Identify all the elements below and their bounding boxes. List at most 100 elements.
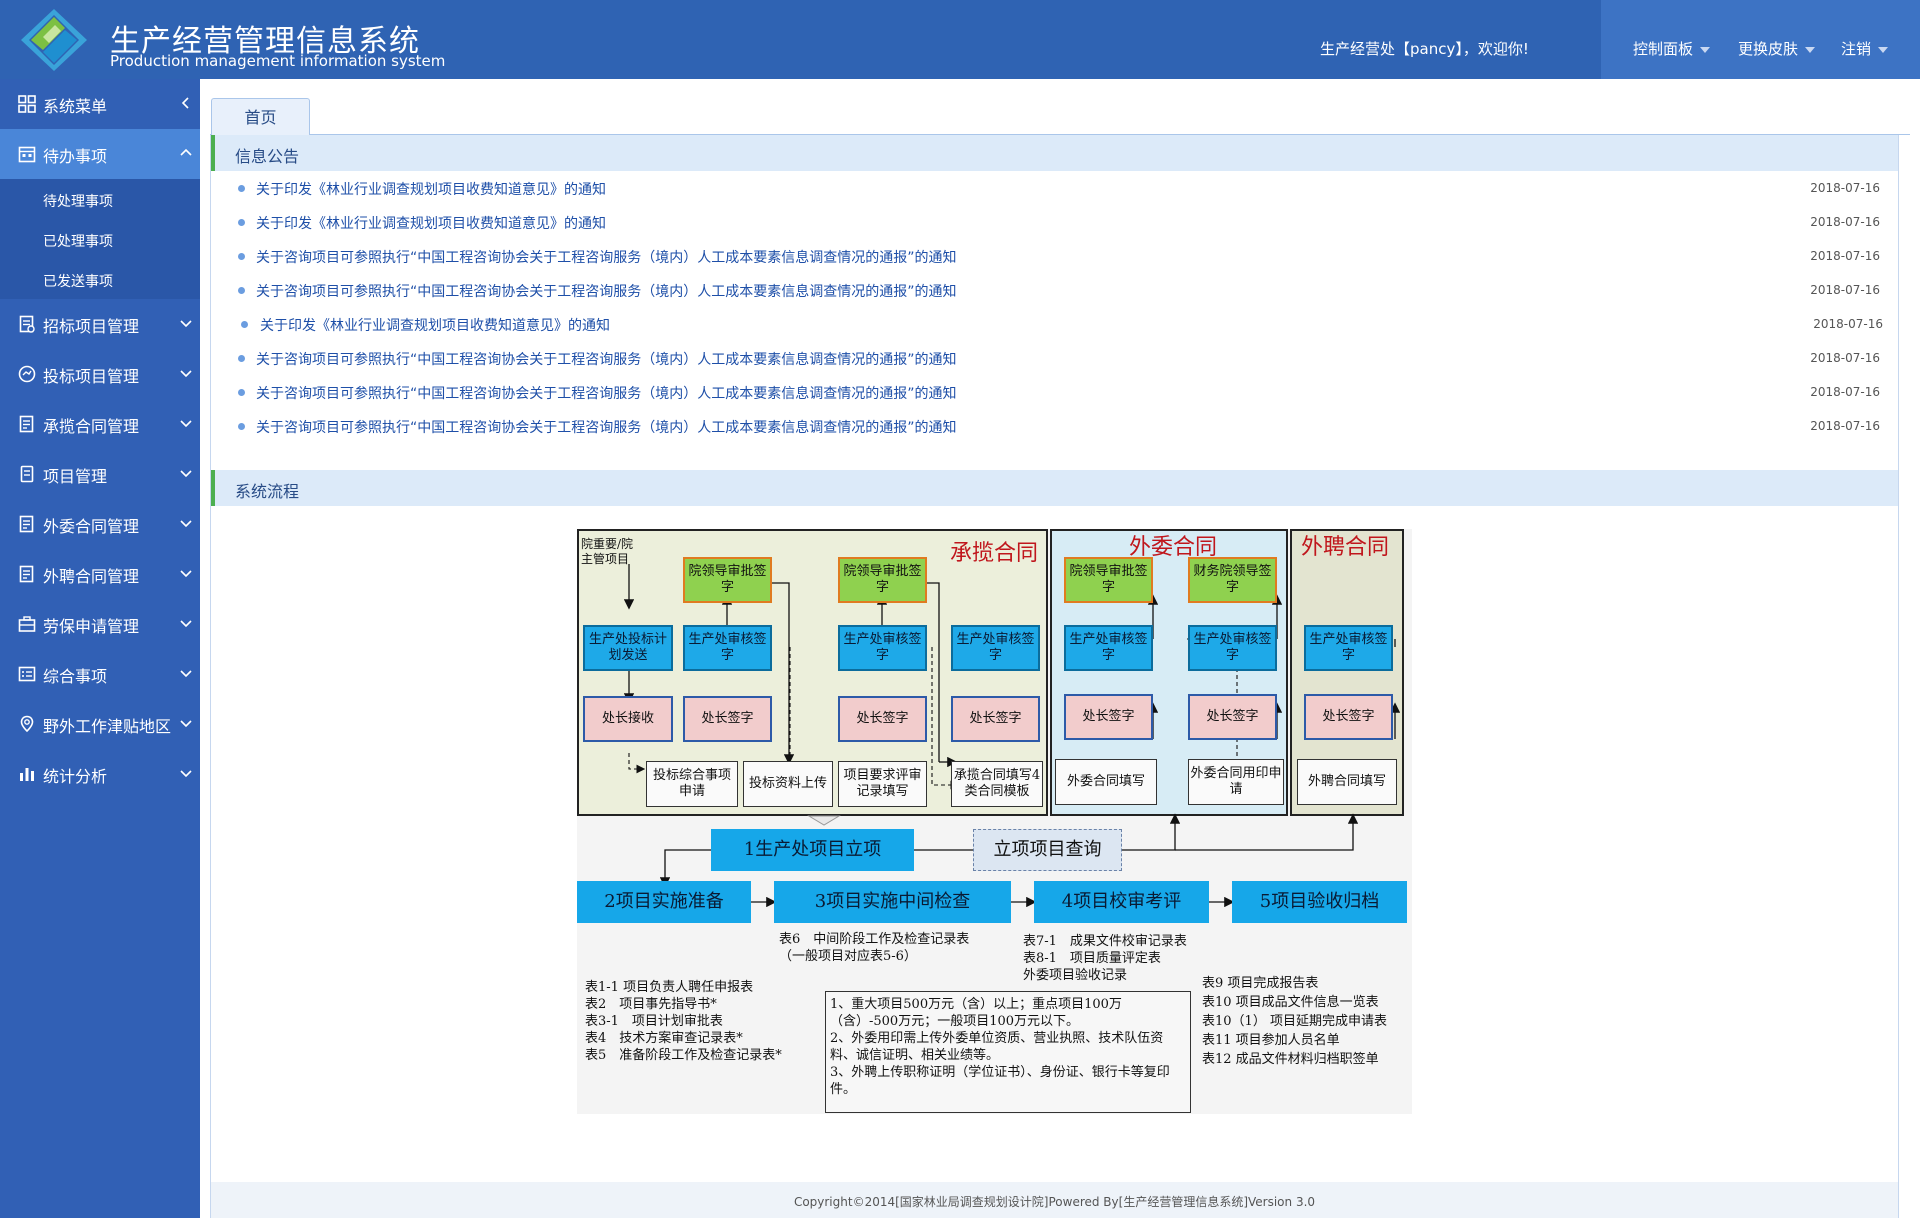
sidebar-item-todo[interactable]: 待办事项 — [0, 129, 200, 179]
flow-box: 外委合同用印申请 — [1188, 759, 1284, 805]
sidebar-item-label: 系统菜单 — [43, 97, 108, 116]
notice-title[interactable]: 关于印发《林业行业调查规划项目收费知道意见》的通知 — [256, 179, 606, 199]
flow-step: 2项目实施准备 — [577, 881, 751, 923]
notice-item[interactable]: 关于咨询项目可参照执行“中国工程咨询协会关于工程咨询服务（境内）人工成本要素信息… — [211, 375, 1898, 409]
chevron-down-icon — [180, 720, 192, 728]
chevron-down-icon — [1700, 46, 1711, 53]
panel-title: 承揽合同 — [950, 541, 1039, 566]
flow-box: 处长签字 — [1304, 694, 1393, 740]
sidebar-item-project[interactable]: 项目管理 — [0, 449, 200, 499]
sidebar-item-field-allowance[interactable]: 野外工作津贴地区 — [0, 699, 200, 749]
flow-box: 生产处审核签字 — [951, 625, 1040, 671]
notice-title[interactable]: 关于咨询项目可参照执行“中国工程咨询协会关于工程咨询服务（境内）人工成本要素信息… — [256, 417, 957, 437]
flow-box: 处长签字 — [838, 696, 927, 742]
notice-section-header: 信息公告 — [211, 135, 1898, 171]
grid-icon — [18, 95, 36, 113]
contract-icon — [19, 565, 34, 583]
sidebar-item-tender[interactable]: 招标项目管理 — [0, 299, 200, 349]
chevron-down-icon — [1805, 46, 1816, 53]
notice-title[interactable]: 关于咨询项目可参照执行“中国工程咨询协会关于工程咨询服务（境内）人工成本要素信息… — [256, 281, 957, 301]
notice-date: 2018-07-16 — [1810, 385, 1880, 399]
sidebar-item-general[interactable]: 综合事项 — [0, 649, 200, 699]
note-line: 3、外聘上传职称证明（学位证书）、身份证、银行卡等复印件。 — [830, 1065, 1170, 1097]
sidebar-item-label: 综合事项 — [43, 667, 108, 686]
sidebar-item-label: 野外工作津贴地区 — [43, 717, 172, 736]
notice-item[interactable]: 关于咨询项目可参照执行“中国工程咨询协会关于工程咨询服务（境内）人工成本要素信息… — [211, 273, 1898, 307]
sidebar-item-system-menu[interactable]: 系统菜单 — [0, 79, 200, 129]
logout-menu[interactable]: 注销 — [1841, 38, 1889, 59]
chevron-down-icon — [180, 320, 192, 328]
bullet-icon — [238, 423, 245, 430]
chevron-down-icon — [180, 770, 192, 778]
notice-title[interactable]: 关于咨询项目可参照执行“中国工程咨询协会关于工程咨询服务（境内）人工成本要素信息… — [256, 349, 957, 369]
panel-title: 外聘合同 — [1301, 535, 1390, 560]
sidebar-item-hire[interactable]: 外聘合同管理 — [0, 549, 200, 599]
chevron-down-icon — [180, 570, 192, 578]
step5-doc: 表12 成品文件材料归档职签单 — [1202, 1052, 1379, 1067]
notice-item[interactable]: 关于印发《林业行业调查规划项目收费知道意见》的通知 2018-07-16 — [211, 205, 1898, 239]
sidebar-item-contract[interactable]: 承揽合同管理 — [0, 399, 200, 449]
flow-step: 3项目实施中间检查 — [774, 881, 1011, 923]
sidebar-item-bid[interactable]: 投标项目管理 — [0, 349, 200, 399]
flow-box: 院领导审批签字 — [838, 557, 927, 603]
flow-box: 院领导审批签字 — [1064, 557, 1153, 603]
step2-doc: 表4 技术方案审查记录表* — [585, 1031, 743, 1046]
flow-box: 承揽合同填写4类合同模板 — [951, 761, 1043, 807]
document-icon — [19, 315, 35, 333]
chevron-down-icon — [180, 370, 192, 378]
control-panel-menu[interactable]: 控制面板 — [1633, 38, 1711, 59]
flow-diagram: 承揽合同 外委合同 外聘合同 院重要/院主管项目 院领导审批签字 院领导审批签字… — [577, 529, 1412, 1114]
bullet-icon — [238, 389, 245, 396]
sidebar-subitem-processed[interactable]: 已处理事项 — [43, 231, 113, 251]
sidebar-item-labor[interactable]: 劳保申请管理 — [0, 599, 200, 649]
change-skin-menu[interactable]: 更换皮肤 — [1738, 38, 1816, 59]
sidebar-subitem-pending[interactable]: 待处理事项 — [43, 191, 113, 211]
section-title: 信息公告 — [235, 147, 300, 166]
copyright-text: Copyright©2014[国家林业局调查规划设计院]Powered By[生… — [793, 1195, 1316, 1209]
main-area: 首页 信息公告 关于印发《林业行业调查规划项目收费知道意见》的通知 2018-07… — [200, 79, 1920, 1218]
sidebar-item-statistics[interactable]: 统计分析 — [0, 749, 200, 799]
sidebar-item-outsource[interactable]: 外委合同管理 — [0, 499, 200, 549]
notice-title[interactable]: 关于咨询项目可参照执行“中国工程咨询协会关于工程咨询服务（境内）人工成本要素信息… — [256, 247, 957, 267]
step5-doc: 表10（1） 项目延期完成申请表 — [1202, 1014, 1387, 1029]
flow-box: 生产处审核签字 — [1188, 625, 1277, 671]
section-title: 系统流程 — [235, 482, 300, 501]
step5-doc: 表11 项目参加人员名单 — [1202, 1033, 1340, 1048]
flow-step: 4项目校审考评 — [1034, 881, 1209, 923]
tab-home[interactable]: 首页 — [211, 98, 310, 135]
briefcase-icon — [18, 616, 36, 632]
notice-title[interactable]: 关于咨询项目可参照执行“中国工程咨询协会关于工程咨询服务（境内）人工成本要素信息… — [256, 383, 957, 403]
chevron-up-icon — [180, 148, 192, 156]
notice-item[interactable]: 关于印发《林业行业调查规划项目收费知道意见》的通知 2018-07-16 — [211, 171, 1898, 205]
tab-bar — [210, 98, 1910, 135]
notice-item[interactable]: 关于印发《林业行业调查规划项目收费知道意见》的通知 2018-07-16 — [211, 307, 1898, 341]
notice-date: 2018-07-16 — [1810, 351, 1880, 365]
todo-submenu: 待处理事项 已处理事项 已发送事项 — [0, 179, 200, 299]
notice-date: 2018-07-16 — [1810, 215, 1880, 229]
flow-box: 处长签字 — [1064, 694, 1153, 740]
sidebar-item-label: 外聘合同管理 — [43, 567, 140, 586]
notice-item[interactable]: 关于咨询项目可参照执行“中国工程咨询协会关于工程咨询服务（境内）人工成本要素信息… — [211, 341, 1898, 375]
chevron-down-icon — [1878, 46, 1889, 53]
flow-box: 生产处投标计划发送 — [583, 625, 673, 671]
notice-title[interactable]: 关于印发《林业行业调查规划项目收费知道意见》的通知 — [260, 315, 610, 335]
step4-doc: 外委项目验收记录 — [1023, 968, 1128, 983]
step5-doc: 表9 项目完成报告表 — [1202, 976, 1319, 991]
notice-title[interactable]: 关于印发《林业行业调查规划项目收费知道意见》的通知 — [256, 213, 606, 233]
top-header: 生产经营管理信息系统 Production management informa… — [0, 0, 1920, 79]
flow-box: 处长签字 — [951, 696, 1040, 742]
notice-item[interactable]: 关于咨询项目可参照执行“中国工程咨询协会关于工程咨询服务（境内）人工成本要素信息… — [211, 409, 1898, 443]
contract-icon — [19, 415, 34, 433]
notice-item[interactable]: 关于咨询项目可参照执行“中国工程咨询协会关于工程咨询服务（境内）人工成本要素信息… — [211, 239, 1898, 273]
bullet-icon — [238, 287, 245, 294]
contract-icon — [19, 515, 34, 533]
sidebar-item-label: 招标项目管理 — [43, 317, 140, 336]
sidebar-item-label: 项目管理 — [43, 467, 108, 486]
step3-doc: （一般项目对应表5-6） — [779, 949, 917, 964]
change-skin-label: 更换皮肤 — [1738, 40, 1799, 58]
bullet-icon — [238, 185, 245, 192]
flow-box: 院领导审批签字 — [683, 557, 772, 603]
flow-box: 生产处审核签字 — [1304, 625, 1393, 671]
chevron-down-icon — [180, 620, 192, 628]
sidebar-subitem-sent[interactable]: 已发送事项 — [43, 271, 113, 291]
